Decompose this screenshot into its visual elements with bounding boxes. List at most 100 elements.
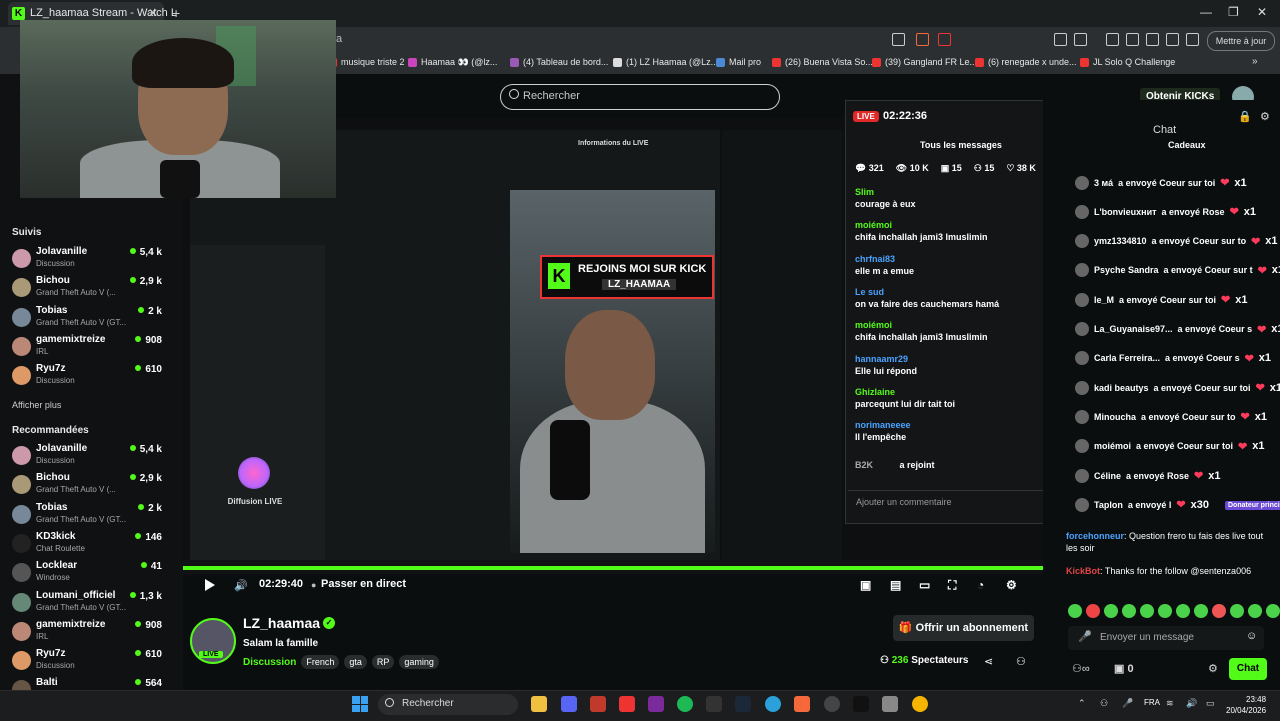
comment-input[interactable]: Ajouter un commentaire <box>848 490 1053 513</box>
sidebar-channel-item[interactable]: Ryu7z Discussion 610 <box>12 362 162 390</box>
tag[interactable]: RP <box>371 655 395 669</box>
sidebar-channel-item[interactable]: Locklear Windrose 41 <box>12 559 162 587</box>
sidebar-icon[interactable] <box>1126 33 1139 46</box>
emoji-icon[interactable]: ☺ <box>1246 630 1257 642</box>
tag[interactable]: gaming <box>399 655 439 669</box>
gear-icon[interactable]: ⚙ <box>1260 110 1270 123</box>
tag[interactable]: French <box>301 655 340 669</box>
emote-icon[interactable] <box>1068 604 1082 618</box>
chrome-icon[interactable] <box>912 696 928 712</box>
bookmark-item[interactable]: (6) renegade x unde... <box>975 57 1077 67</box>
sidebar-channel-item[interactable]: Jolavanille Discussion 5,4 k <box>12 245 162 273</box>
app-icon[interactable] <box>824 696 840 712</box>
chat-send-button[interactable]: Chat <box>1229 658 1267 680</box>
extensions-icon[interactable] <box>1054 33 1067 46</box>
emote-icon[interactable] <box>1230 604 1244 618</box>
sidebar-channel-item[interactable]: Tobias Grand Theft Auto V (GT... 2 k <box>12 501 162 529</box>
new-tab-icon[interactable]: + <box>172 5 180 21</box>
xbox-icon[interactable] <box>706 696 722 712</box>
volume-tray-icon[interactable]: 🔊 <box>1186 698 1197 709</box>
sidebar-channel-item[interactable]: Bichou Grand Theft Auto V (... 2,9 k <box>12 274 162 302</box>
bookmark-item[interactable]: (4) Tableau de bord... <box>510 57 608 67</box>
clock[interactable]: 23:48 20/04/2026 <box>1226 694 1266 716</box>
theater-icon[interactable]: ▭ <box>919 578 930 592</box>
sidebar-channel-item[interactable]: Jolavanille Discussion 5,4 k <box>12 442 162 470</box>
emote-icon[interactable] <box>1158 604 1172 618</box>
emote-icon[interactable] <box>1122 604 1136 618</box>
bookmark-item[interactable]: (26) Buena Vista So... <box>772 57 873 67</box>
maximize-icon[interactable]: ❐ <box>1228 5 1239 19</box>
tiktok-icon[interactable] <box>853 696 869 712</box>
taskbar-search[interactable]: Rechercher <box>378 694 518 715</box>
sidebar-channel-item[interactable]: Tobias Grand Theft Auto V (GT... 2 k <box>12 304 162 332</box>
bookmark-item[interactable]: (39) Gangland FR Le... <box>872 57 977 67</box>
spotify-icon[interactable] <box>677 696 693 712</box>
emote-icon[interactable] <box>1140 604 1154 618</box>
play-icon[interactable] <box>205 579 215 591</box>
lock-icon[interactable]: 🔒 <box>1238 110 1252 123</box>
bookmark-item[interactable]: musique triste 2 <box>328 57 405 67</box>
send-message-input[interactable]: 🎤 Envoyer un message ☺ <box>1068 626 1264 650</box>
bookmark-item[interactable]: JL Solo Q Challenge <box>1080 57 1175 67</box>
tray-chevron-icon[interactable]: ⌃ <box>1078 698 1086 709</box>
language-indicator[interactable]: FRA <box>1144 698 1160 707</box>
emote-icon[interactable] <box>1266 604 1280 618</box>
file-explorer-icon[interactable] <box>531 696 547 712</box>
sidebar-channel-item[interactable]: Loumani_officiel Grand Theft Auto V (GT..… <box>12 589 162 617</box>
users-icon[interactable]: ⚇∞ <box>1072 662 1090 675</box>
bookmark-item[interactable]: Haamaa 👀 (@lz... <box>408 57 497 68</box>
show-more-link[interactable]: Afficher plus <box>12 400 61 410</box>
clip-icon[interactable]: ▤ <box>890 578 901 592</box>
speed-icon[interactable]: ◔ <box>977 578 984 592</box>
update-button[interactable]: Mettre à jour <box>1207 31 1275 51</box>
category-link[interactable]: Discussion <box>243 657 296 668</box>
vpn-icon[interactable] <box>1186 33 1199 46</box>
wifi-icon[interactable]: ≋ <box>1166 698 1174 709</box>
progress-bar[interactable] <box>183 566 1043 570</box>
emote-icon[interactable] <box>1194 604 1208 618</box>
follow-icon[interactable]: ⚇ <box>1016 655 1026 668</box>
rewards-icon[interactable] <box>938 33 951 46</box>
battery-icon[interactable]: ▭ <box>1206 698 1215 709</box>
windows-start-icon[interactable] <box>352 696 368 712</box>
emote-icon[interactable] <box>1104 604 1118 618</box>
emote-icon[interactable] <box>1248 604 1262 618</box>
app-icon[interactable] <box>619 696 635 712</box>
fullscreen-icon[interactable]: ⛶ <box>948 578 956 593</box>
emote-icon[interactable] <box>1212 604 1226 618</box>
emote-icon[interactable] <box>1086 604 1100 618</box>
volume-icon[interactable]: 🔊 <box>234 579 248 592</box>
bookmark-item[interactable]: Mail pro <box>716 57 761 67</box>
telegram-icon[interactable] <box>765 696 781 712</box>
tab-search-icon[interactable] <box>1074 33 1087 46</box>
miniplayer-icon[interactable]: ▣ <box>860 578 871 592</box>
minimize-icon[interactable]: — <box>1200 5 1212 19</box>
media-icon[interactable] <box>1106 33 1119 46</box>
share-icon[interactable] <box>892 33 905 46</box>
brave-shield-icon[interactable] <box>916 33 929 46</box>
address-field[interactable]: a <box>330 30 896 49</box>
bookmark-item[interactable]: (1) LZ Haamaa (@Lz... <box>613 57 718 67</box>
discord-icon[interactable] <box>561 696 577 712</box>
app-icon[interactable] <box>590 696 606 712</box>
ai-icon[interactable] <box>1166 33 1179 46</box>
points-display[interactable]: ▣ 0 <box>1114 662 1134 675</box>
gift-subscription-button[interactable]: 🎁 Offrir un abonnement <box>893 615 1034 641</box>
sidebar-channel-item[interactable]: Bichou Grand Theft Auto V (... 2,9 k <box>12 471 162 499</box>
channel-name[interactable]: LZ_haamaa <box>243 615 320 631</box>
mic-tray-icon[interactable]: 🎤 <box>1122 698 1133 709</box>
tray-icon[interactable]: ⚇ <box>1100 698 1108 709</box>
share-icon[interactable]: ⋖ <box>984 655 993 668</box>
tag[interactable]: gta <box>344 655 367 669</box>
close-icon[interactable]: ✕ <box>148 6 158 20</box>
wallet-icon[interactable] <box>1146 33 1159 46</box>
app-icon[interactable] <box>882 696 898 712</box>
go-live-button[interactable]: Passer en direct <box>321 578 406 590</box>
sidebar-channel-item[interactable]: Ryu7z Discussion 610 <box>12 647 162 675</box>
settings-gear-icon[interactable]: ⚙ <box>1006 578 1017 592</box>
bookmarks-overflow-icon[interactable]: » <box>1252 56 1258 67</box>
window-close-icon[interactable]: ✕ <box>1257 5 1267 19</box>
app-icon[interactable] <box>648 696 664 712</box>
brave-icon[interactable] <box>794 696 810 712</box>
steam-icon[interactable] <box>735 696 751 712</box>
